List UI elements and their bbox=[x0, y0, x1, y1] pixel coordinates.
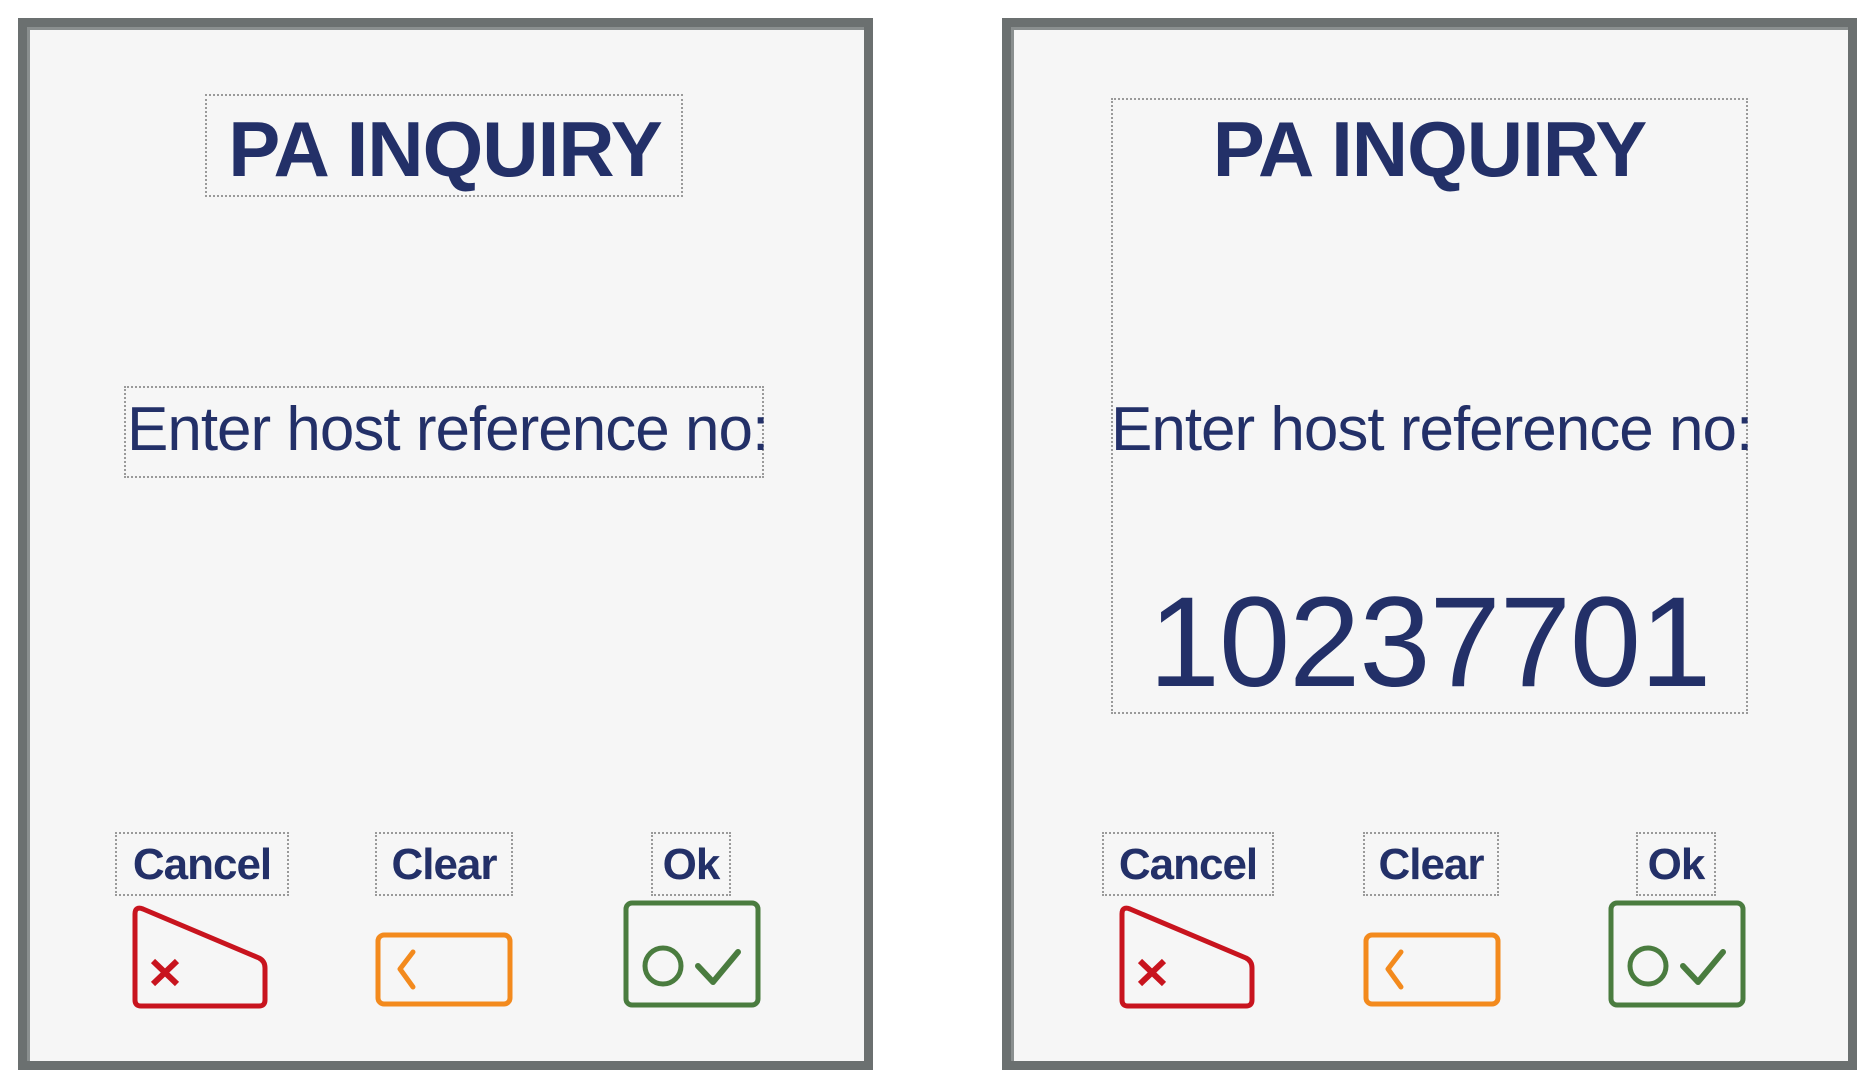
ok-circle-check-icon[interactable] bbox=[1608, 900, 1748, 1010]
clear-label: Clear bbox=[391, 840, 497, 889]
ok-label: Ok bbox=[662, 840, 721, 889]
cancel-label: Cancel bbox=[132, 840, 272, 889]
clear-label: Clear bbox=[1378, 840, 1484, 889]
reference-number-input[interactable] bbox=[127, 567, 761, 697]
clear-button[interactable]: Clear bbox=[375, 832, 513, 1032]
screen-title: PA INQUIRY bbox=[1212, 105, 1647, 193]
cancel-x-icon[interactable] bbox=[131, 904, 271, 1010]
cancel-x-icon[interactable] bbox=[1118, 904, 1258, 1010]
prompt-label: Enter host reference no: bbox=[127, 395, 769, 464]
cancel-button[interactable]: Cancel bbox=[115, 832, 289, 1032]
clear-button[interactable]: Clear bbox=[1363, 832, 1501, 1032]
reference-number-input[interactable]: 10237701 bbox=[1111, 579, 1748, 707]
screen-background: PA INQUIRY Enter host reference no: 1023… bbox=[1011, 27, 1848, 1061]
ok-button[interactable]: Ok bbox=[1608, 832, 1748, 1032]
cancel-button[interactable]: Cancel bbox=[1102, 832, 1274, 1032]
screen-title: PA INQUIRY bbox=[228, 105, 662, 193]
ok-label: Ok bbox=[1647, 840, 1706, 889]
ok-circle-check-icon[interactable] bbox=[623, 900, 763, 1010]
pa-inquiry-screen-filled: PA INQUIRY Enter host reference no: 1023… bbox=[1002, 18, 1857, 1070]
pa-inquiry-screen-empty: PA INQUIRY Enter host reference no: Canc… bbox=[18, 18, 873, 1070]
backspace-chevron-icon[interactable] bbox=[375, 932, 515, 1008]
backspace-chevron-icon[interactable] bbox=[1363, 932, 1503, 1008]
prompt-label: Enter host reference no: bbox=[1111, 395, 1753, 464]
ok-button[interactable]: Ok bbox=[623, 832, 763, 1032]
screen-background: PA INQUIRY Enter host reference no: Canc… bbox=[27, 27, 864, 1061]
cancel-label: Cancel bbox=[1118, 840, 1258, 889]
